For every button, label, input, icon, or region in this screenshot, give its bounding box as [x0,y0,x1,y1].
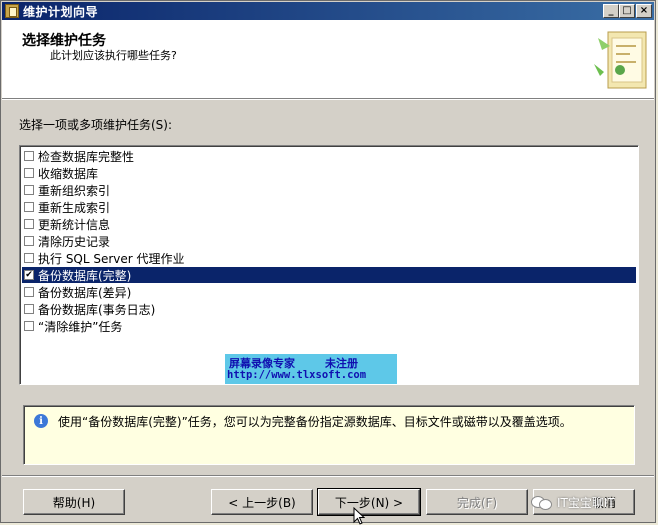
task-item-update-statistics[interactable]: 更新统计信息 [22,216,636,232]
task-item-label: 更新统计信息 [38,217,111,232]
next-button[interactable]: 下一步(N) > [317,488,421,516]
wechat-icon [531,494,553,510]
maximize-button[interactable]: □ [619,4,635,18]
task-checkbox[interactable] [24,185,34,195]
back-button[interactable]: < 上一步(B) [211,489,313,515]
task-item-label: 重新组织索引 [38,183,111,198]
close-button[interactable]: × [636,4,652,18]
task-checkbox[interactable] [24,236,34,246]
recorder-watermark: 屏幕录像专家 未注册 http://www.tlxsoft.com [225,354,397,384]
task-checkbox[interactable] [24,151,34,161]
task-item-label: 备份数据库(差异) [38,285,132,300]
page-subtitle: 此计划应该执行哪些任务? [50,49,177,62]
app-icon [5,4,19,18]
task-description-text: 使用“备份数据库(完整)”任务，您可以为完整备份指定源数据库、目标文件或磁带以及… [58,415,572,429]
task-item-shrink-database[interactable]: 收缩数据库 [22,165,636,181]
task-item-label: 检查数据库完整性 [38,149,135,164]
task-item-backup-full[interactable]: ✔ 备份数据库(完整) [22,267,636,283]
info-icon: i [34,414,48,428]
header-divider [2,99,654,100]
task-checkbox-checked[interactable]: ✔ [24,270,34,280]
task-item-label: 重新生成索引 [38,200,111,215]
social-overlay-label: IT宝宝聊IT [557,495,615,510]
task-checkbox[interactable] [24,202,34,212]
wizard-banner-icon [594,31,647,89]
task-item-label: “清除维护”任务 [38,319,123,334]
task-item-label: 备份数据库(完整) [38,268,132,283]
task-checkbox[interactable] [24,168,34,178]
footer-divider [2,475,654,477]
social-overlay: IT宝宝聊IT [531,489,615,515]
task-checkbox[interactable] [24,219,34,229]
task-checklist[interactable]: 检查数据库完整性 收缩数据库 重新组织索引 重新生成索引 更新统计信息 清除历史… [19,145,639,385]
task-checkbox[interactable] [24,287,34,297]
task-item-label: 清除历史记录 [38,234,111,249]
task-list-label: 选择一项或多项维护任务(S): [19,118,173,132]
mouse-cursor-icon [353,507,365,525]
finish-button[interactable]: 完成(F) [426,489,528,515]
task-item-cleanup-history[interactable]: 清除历史记录 [22,233,636,249]
task-item-label: 备份数据库(事务日志) [38,302,156,317]
task-description-box: i 使用“备份数据库(完整)”任务，您可以为完整备份指定源数据库、目标文件或磁带… [23,405,635,465]
task-item-sql-agent-job[interactable]: 执行 SQL Server 代理作业 [22,250,636,266]
task-checkbox[interactable] [24,253,34,263]
wizard-header: 选择维护任务 此计划应该执行哪些任务? [2,20,654,99]
minimize-button[interactable]: _ [603,4,619,18]
window-title: 维护计划向导 [23,4,99,19]
watermark-url: http://www.tlxsoft.com [227,369,367,381]
task-checkbox[interactable] [24,304,34,314]
task-item-label: 收缩数据库 [38,166,99,181]
title-bar[interactable]: 维护计划向导 _ □ × [2,2,654,20]
task-item-backup-differential[interactable]: 备份数据库(差异) [22,284,636,300]
task-item-maintenance-cleanup[interactable]: “清除维护”任务 [22,318,636,334]
task-checkbox[interactable] [24,321,34,331]
maintenance-wizard-window: 维护计划向导 _ □ × 选择维护任务 此计划应该执行哪些任务? 选择一项或多项… [0,0,656,525]
task-item-backup-log[interactable]: 备份数据库(事务日志) [22,301,636,317]
task-item-rebuild-index[interactable]: 重新生成索引 [22,199,636,215]
task-item-label: 执行 SQL Server 代理作业 [38,251,185,266]
help-button[interactable]: 帮助(H) [23,489,125,515]
task-item-reorganize-index[interactable]: 重新组织索引 [22,182,636,198]
task-item-check-integrity[interactable]: 检查数据库完整性 [22,148,636,164]
